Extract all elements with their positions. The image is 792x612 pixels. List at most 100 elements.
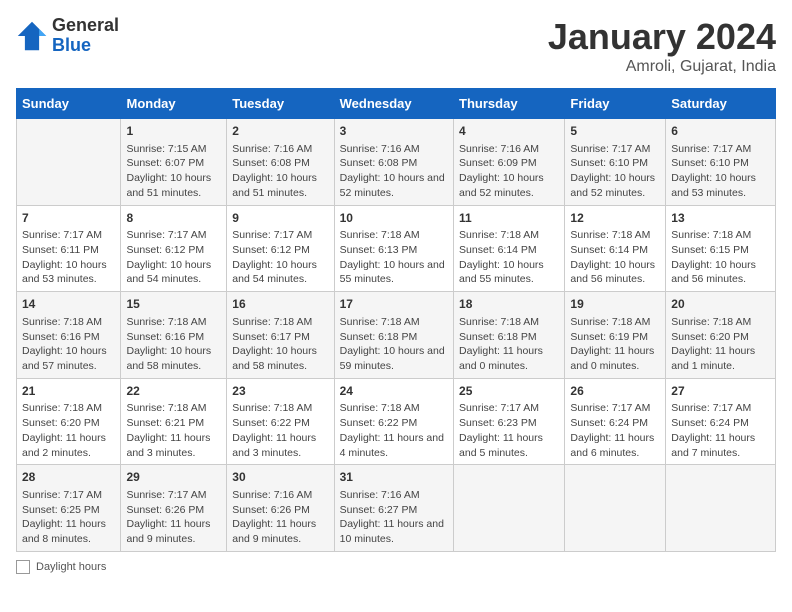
- week-row-3: 21Sunrise: 7:18 AMSunset: 6:20 PMDayligh…: [17, 378, 776, 465]
- cell-info: Sunrise: 7:16 AMSunset: 6:09 PMDaylight:…: [459, 142, 559, 201]
- week-row-2: 14Sunrise: 7:18 AMSunset: 6:16 PMDayligh…: [17, 292, 776, 379]
- col-header-monday: Monday: [121, 89, 227, 119]
- calendar-cell: 12Sunrise: 7:18 AMSunset: 6:14 PMDayligh…: [565, 205, 666, 292]
- calendar-cell: 15 Sunrise: 7:18 AMSunset: 6:16 PMDayligh…: [121, 292, 227, 379]
- cell-info: Sunrise: 7:18 AMSunset: 6:16 PMDaylight:…: [22, 315, 115, 374]
- col-header-sunday: Sunday: [17, 89, 121, 119]
- calendar-cell: 5Sunrise: 7:17 AMSunset: 6:10 PMDaylight…: [565, 119, 666, 206]
- calendar-cell: 20 Sunrise: 7:18 AMSunset: 6:20 PMDayligh…: [666, 292, 776, 379]
- calendar-cell: [17, 119, 121, 206]
- calendar-cell: 9Sunrise: 7:17 AMSunset: 6:12 PMDaylight…: [227, 205, 334, 292]
- logo-icon: [16, 20, 48, 52]
- calendar-cell: 18Sunrise: 7:18 AMSunset: 6:18 PMDayligh…: [454, 292, 565, 379]
- cell-info: Sunrise: 7:18 AMSunset: 6:16 PMDaylight:…: [126, 315, 221, 374]
- day-number: 22: [126, 383, 221, 400]
- cell-info: Sunrise: 7:17 AMSunset: 6:24 PMDaylight:…: [671, 401, 770, 460]
- calendar-cell: [666, 465, 776, 552]
- calendar-cell: 14Sunrise: 7:18 AMSunset: 6:16 PMDayligh…: [17, 292, 121, 379]
- day-number: 15: [126, 296, 221, 313]
- cell-info: Sunrise: 7:18 AMSunset: 6:20 PMDaylight:…: [22, 401, 115, 460]
- footer: Daylight hours: [16, 560, 776, 574]
- calendar-cell: 13Sunrise: 7:18 AMSunset: 6:15 PMDayligh…: [666, 205, 776, 292]
- calendar-cell: [565, 465, 666, 552]
- calendar-cell: 10Sunrise: 7:18 AMSunset: 6:13 PMDayligh…: [334, 205, 453, 292]
- cell-info: Sunrise: 7:17 AMSunset: 6:12 PMDaylight:…: [232, 228, 328, 287]
- calendar-cell: 1Sunrise: 7:15 AMSunset: 6:07 PMDaylight…: [121, 119, 227, 206]
- calendar-cell: 19Sunrise: 7:18 AMSunset: 6:19 PMDayligh…: [565, 292, 666, 379]
- cell-info: Sunrise: 7:17 AMSunset: 6:11 PMDaylight:…: [22, 228, 115, 287]
- day-number: 23: [232, 383, 328, 400]
- cell-info: Sunrise: 7:16 AMSunset: 6:08 PMDaylight:…: [232, 142, 328, 201]
- day-number: 16: [232, 296, 328, 313]
- day-number: 6: [671, 123, 770, 140]
- calendar-cell: 4 Sunrise: 7:16 AMSunset: 6:09 PMDaylight…: [454, 119, 565, 206]
- day-number: 9: [232, 210, 328, 227]
- calendar-cell: 16 Sunrise: 7:18 AMSunset: 6:17 PMDayligh…: [227, 292, 334, 379]
- calendar-cell: 23Sunrise: 7:18 AMSunset: 6:22 PMDayligh…: [227, 378, 334, 465]
- day-number: 3: [340, 123, 448, 140]
- cell-info: Sunrise: 7:17 AMSunset: 6:10 PMDaylight:…: [671, 142, 770, 201]
- calendar-cell: 29Sunrise: 7:17 AMSunset: 6:26 PMDayligh…: [121, 465, 227, 552]
- day-number: 30: [232, 469, 328, 486]
- cell-info: Sunrise: 7:18 AMSunset: 6:21 PMDaylight:…: [126, 401, 221, 460]
- day-number: 7: [22, 210, 115, 227]
- calendar-cell: 31 Sunrise: 7:16 AMSunset: 6:27 PMDayligh…: [334, 465, 453, 552]
- col-header-wednesday: Wednesday: [334, 89, 453, 119]
- logo-blue: Blue: [52, 36, 119, 56]
- day-number: 28: [22, 469, 115, 486]
- page-header: General Blue January 2024 Amroli, Gujara…: [16, 16, 776, 76]
- day-number: 10: [340, 210, 448, 227]
- cell-info: Sunrise: 7:17 AMSunset: 6:12 PMDaylight:…: [126, 228, 221, 287]
- calendar-cell: 28 Sunrise: 7:17 AMSunset: 6:25 PMDayligh…: [17, 465, 121, 552]
- calendar-cell: 21Sunrise: 7:18 AMSunset: 6:20 PMDayligh…: [17, 378, 121, 465]
- calendar-cell: 27Sunrise: 7:17 AMSunset: 6:24 PMDayligh…: [666, 378, 776, 465]
- logo: General Blue: [16, 16, 119, 56]
- calendar-cell: 2 Sunrise: 7:16 AMSunset: 6:08 PMDaylight…: [227, 119, 334, 206]
- title-block: January 2024 Amroli, Gujarat, India: [548, 16, 776, 76]
- col-header-tuesday: Tuesday: [227, 89, 334, 119]
- cell-info: Sunrise: 7:16 AMSunset: 6:27 PMDaylight:…: [340, 488, 448, 547]
- cell-info: Sunrise: 7:17 AMSunset: 6:25 PMDaylight:…: [22, 488, 115, 547]
- cell-info: Sunrise: 7:18 AMSunset: 6:20 PMDaylight:…: [671, 315, 770, 374]
- day-number: 31: [340, 469, 448, 486]
- day-number: 4: [459, 123, 559, 140]
- cell-info: Sunrise: 7:18 AMSunset: 6:18 PMDaylight:…: [459, 315, 559, 374]
- cell-info: Sunrise: 7:18 AMSunset: 6:13 PMDaylight:…: [340, 228, 448, 287]
- calendar-cell: 22Sunrise: 7:18 AMSunset: 6:21 PMDayligh…: [121, 378, 227, 465]
- day-number: 17: [340, 296, 448, 313]
- day-number: 25: [459, 383, 559, 400]
- cell-info: Sunrise: 7:18 AMSunset: 6:17 PMDaylight:…: [232, 315, 328, 374]
- calendar-cell: 11Sunrise: 7:18 AMSunset: 6:14 PMDayligh…: [454, 205, 565, 292]
- cell-info: Sunrise: 7:17 AMSunset: 6:26 PMDaylight:…: [126, 488, 221, 547]
- cell-info: Sunrise: 7:18 AMSunset: 6:19 PMDaylight:…: [570, 315, 660, 374]
- cell-info: Sunrise: 7:17 AMSunset: 6:23 PMDaylight:…: [459, 401, 559, 460]
- daylight-box: [16, 560, 30, 574]
- day-number: 20: [671, 296, 770, 313]
- cell-info: Sunrise: 7:18 AMSunset: 6:22 PMDaylight:…: [340, 401, 448, 460]
- day-number: 11: [459, 210, 559, 227]
- calendar-title: January 2024: [548, 16, 776, 58]
- day-number: 21: [22, 383, 115, 400]
- cell-info: Sunrise: 7:16 AMSunset: 6:08 PMDaylight:…: [340, 142, 448, 201]
- cell-info: Sunrise: 7:17 AMSunset: 6:24 PMDaylight:…: [570, 401, 660, 460]
- calendar-cell: 6 Sunrise: 7:17 AMSunset: 6:10 PMDaylight…: [666, 119, 776, 206]
- cell-info: Sunrise: 7:17 AMSunset: 6:10 PMDaylight:…: [570, 142, 660, 201]
- calendar-subtitle: Amroli, Gujarat, India: [548, 58, 776, 76]
- week-row-4: 28 Sunrise: 7:17 AMSunset: 6:25 PMDayligh…: [17, 465, 776, 552]
- col-header-saturday: Saturday: [666, 89, 776, 119]
- week-row-0: 1Sunrise: 7:15 AMSunset: 6:07 PMDaylight…: [17, 119, 776, 206]
- calendar-cell: 26Sunrise: 7:17 AMSunset: 6:24 PMDayligh…: [565, 378, 666, 465]
- week-row-1: 7Sunrise: 7:17 AMSunset: 6:11 PMDaylight…: [17, 205, 776, 292]
- cell-info: Sunrise: 7:18 AMSunset: 6:14 PMDaylight:…: [459, 228, 559, 287]
- logo-general: General: [52, 16, 119, 36]
- cell-info: Sunrise: 7:15 AMSunset: 6:07 PMDaylight:…: [126, 142, 221, 201]
- day-number: 12: [570, 210, 660, 227]
- calendar-cell: 3 Sunrise: 7:16 AMSunset: 6:08 PMDaylight…: [334, 119, 453, 206]
- calendar-cell: 24Sunrise: 7:18 AMSunset: 6:22 PMDayligh…: [334, 378, 453, 465]
- cell-info: Sunrise: 7:18 AMSunset: 6:18 PMDaylight:…: [340, 315, 448, 374]
- day-number: 8: [126, 210, 221, 227]
- header-row: SundayMondayTuesdayWednesdayThursdayFrid…: [17, 89, 776, 119]
- calendar-table: SundayMondayTuesdayWednesdayThursdayFrid…: [16, 88, 776, 552]
- col-header-friday: Friday: [565, 89, 666, 119]
- day-number: 2: [232, 123, 328, 140]
